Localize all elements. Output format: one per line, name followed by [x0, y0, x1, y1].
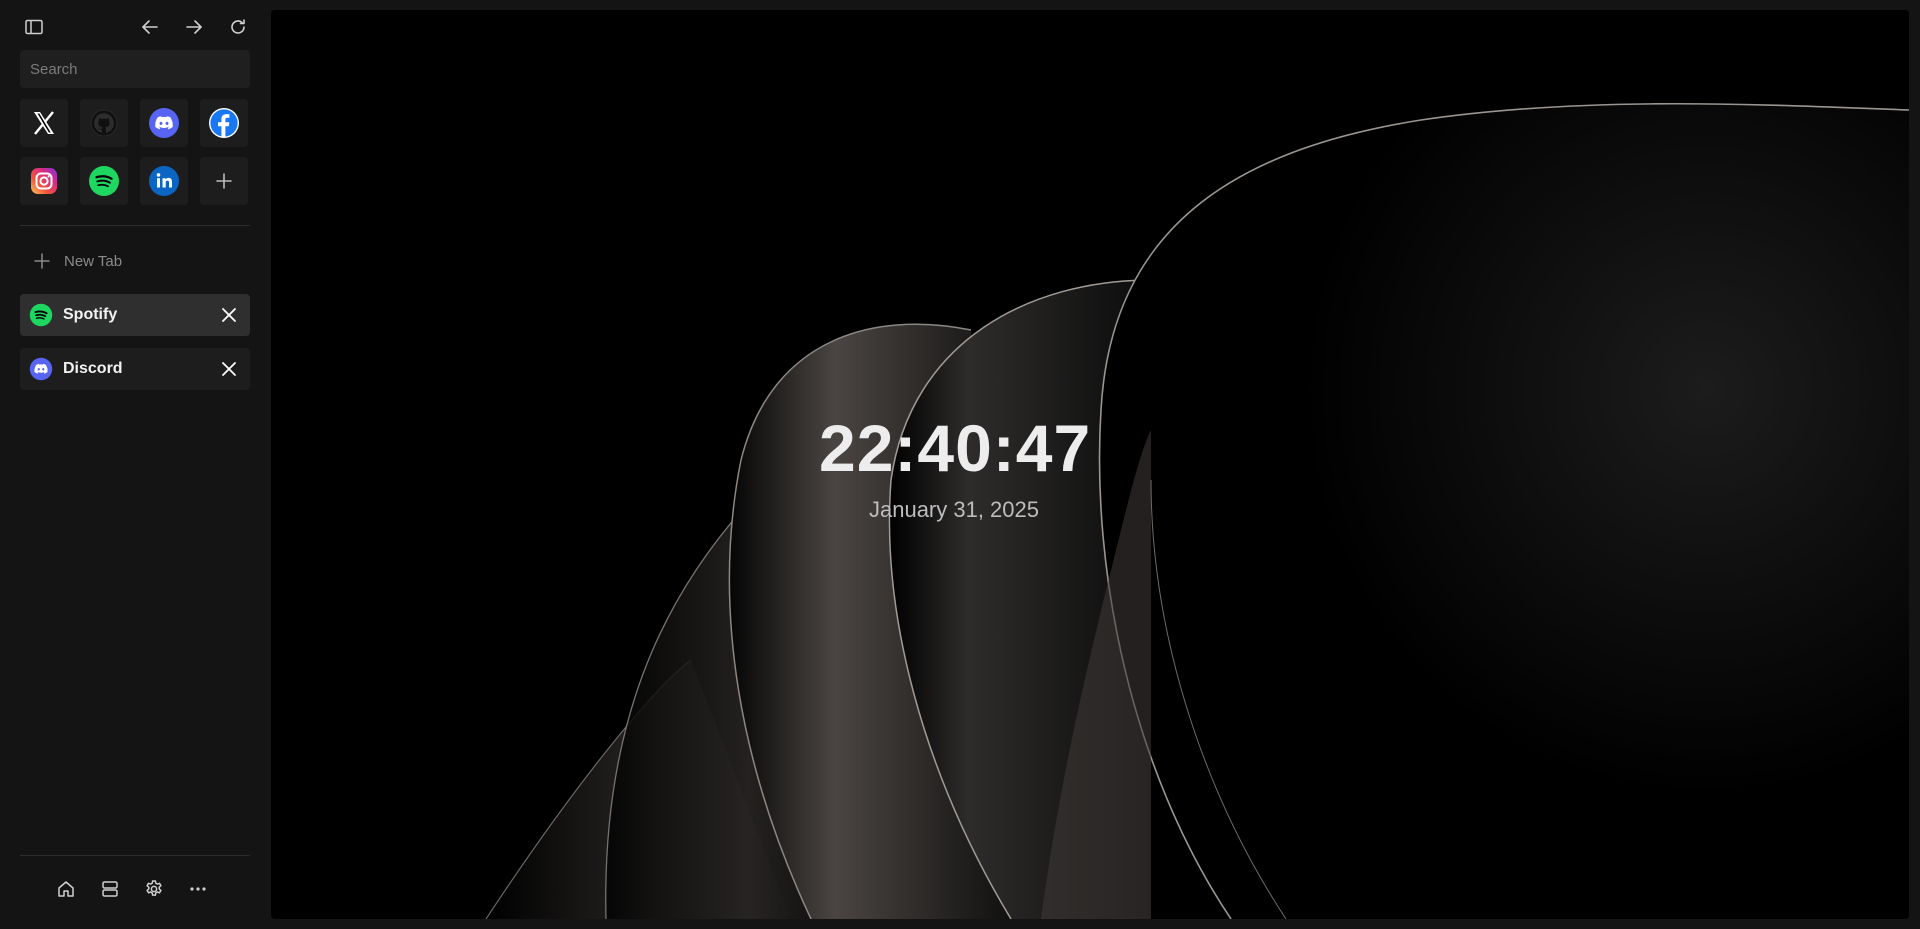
close-tab-button[interactable]	[212, 298, 246, 332]
tab-spotify[interactable]: Spotify	[20, 294, 250, 336]
search-input[interactable]	[20, 50, 250, 88]
layout-icon	[102, 881, 118, 897]
settings-icon	[146, 880, 162, 896]
tab-title: Spotify	[63, 306, 118, 323]
quick-link-github[interactable]	[80, 99, 128, 147]
close-icon	[222, 308, 236, 322]
plus-icon	[216, 173, 232, 189]
close-icon	[222, 362, 236, 376]
facebook-icon	[209, 108, 239, 138]
sidebar-divider	[20, 225, 250, 226]
sidebar: New Tab Spotify Discord	[0, 0, 270, 929]
close-tab-button[interactable]	[212, 352, 246, 386]
add-quick-link-button[interactable]	[200, 157, 248, 205]
reload-button[interactable]	[224, 14, 252, 40]
spotify-icon	[89, 166, 119, 196]
new-tab-page: 22:40:47 January 31, 2025	[271, 10, 1909, 919]
quick-link-facebook[interactable]	[200, 99, 248, 147]
reload-icon	[231, 19, 245, 34]
wallpaper-image	[271, 10, 1909, 919]
instagram-icon	[31, 168, 57, 194]
quick-link-discord[interactable]	[140, 99, 188, 147]
settings-button[interactable]	[142, 877, 166, 901]
sidebar-toolbar	[20, 14, 250, 40]
new-tab-button[interactable]: New Tab	[20, 246, 250, 276]
home-icon	[58, 881, 74, 897]
quick-link-linkedin[interactable]	[140, 157, 188, 205]
plus-icon	[20, 252, 64, 270]
spotify-icon	[29, 303, 53, 327]
more-icon	[190, 887, 206, 891]
sidebar-toggle-icon	[25, 19, 43, 35]
sidebar-bottom-bar	[54, 874, 234, 904]
quick-link-x[interactable]	[20, 99, 68, 147]
layout-button[interactable]	[98, 877, 122, 901]
discord-icon	[149, 108, 179, 138]
x-icon	[34, 111, 54, 135]
toggle-sidebar-button[interactable]	[20, 14, 48, 40]
sidebar-divider	[20, 855, 250, 856]
quick-link-spotify[interactable]	[80, 157, 128, 205]
quick-links-grid	[20, 99, 250, 205]
back-button[interactable]	[136, 14, 164, 40]
tab-title: Discord	[63, 360, 123, 377]
quick-link-instagram[interactable]	[20, 157, 68, 205]
linkedin-icon	[149, 166, 179, 196]
github-icon	[90, 109, 118, 137]
forward-button[interactable]	[180, 14, 208, 40]
more-button[interactable]	[186, 877, 210, 901]
home-button[interactable]	[54, 877, 78, 901]
arrow-right-icon	[186, 20, 202, 34]
new-tab-label: New Tab	[64, 252, 123, 270]
discord-icon	[29, 357, 53, 381]
arrow-left-icon	[142, 20, 158, 34]
tab-discord[interactable]: Discord	[20, 348, 250, 390]
